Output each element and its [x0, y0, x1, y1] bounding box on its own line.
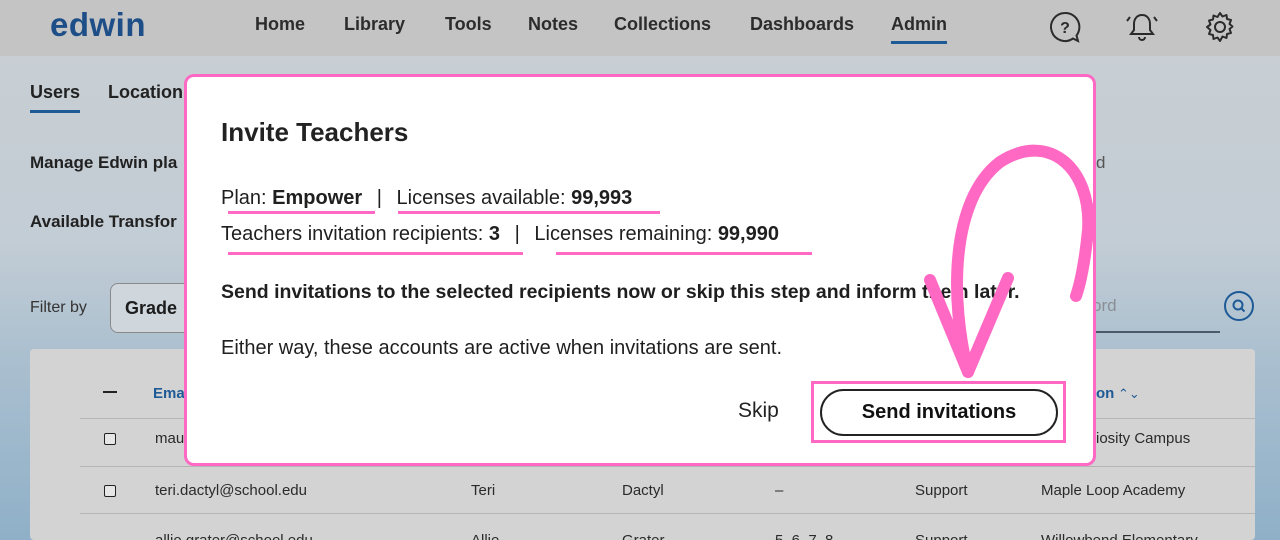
recipients-label: Teachers invitation recipients: [221, 223, 489, 245]
select-all-checkbox[interactable] [103, 391, 117, 393]
licenses-remaining-label: Licenses remaining: [534, 223, 718, 245]
filter-label: Filter by [30, 299, 87, 316]
sort-icon[interactable]: ⌃⌄ [1118, 386, 1140, 402]
plan-label: Plan: [221, 187, 273, 209]
recipients-line: Teachers invitation recipients: 3 | Lice… [221, 223, 779, 246]
plan-value: Empower [272, 187, 363, 209]
nav-notes[interactable]: Notes [528, 14, 578, 35]
separator: | [376, 187, 382, 209]
search-icon[interactable] [1224, 291, 1254, 321]
tab-users[interactable]: Users [30, 82, 81, 113]
row-1-email: mau [155, 430, 185, 447]
highlight-underline [228, 252, 523, 255]
gear-icon[interactable] [1202, 9, 1238, 45]
dialog-title: Invite Teachers [221, 117, 409, 147]
nav-library[interactable]: Library [344, 14, 405, 35]
top-nav: edwin Home Library Tools Notes Collectio… [0, 0, 1280, 56]
row-3-grades: 5, 6, 7, 8 [775, 532, 833, 540]
row-divider [80, 466, 1255, 467]
recipients-value: 3 [488, 223, 501, 245]
row-2-first-name: Teri [471, 482, 496, 499]
nav-collections[interactable]: Collections [614, 14, 711, 35]
column-header-location[interactable]: on [1096, 385, 1114, 402]
send-invitations-button[interactable]: Send invitations [820, 389, 1058, 436]
search-underline [1092, 331, 1220, 333]
highlight-underline [228, 211, 375, 214]
row-1-location: iosity Campus [1096, 430, 1191, 447]
skip-button[interactable]: Skip [738, 399, 779, 423]
plan-line: Plan: Empower | Licenses available: 99,9… [221, 187, 632, 210]
row-3-email: allie.grater@school.edu [155, 532, 313, 540]
row-2-location: Maple Loop Academy [1041, 482, 1186, 499]
row-3-first-name: Allie [471, 532, 499, 540]
row-checkbox[interactable] [104, 485, 116, 497]
highlight-underline [398, 211, 660, 214]
nav-admin[interactable]: Admin [891, 14, 947, 44]
row-divider [80, 513, 1255, 514]
help-icon[interactable]: ? [1047, 9, 1083, 45]
separator: | [514, 223, 520, 245]
licenses-remaining-value: 99,990 [717, 223, 779, 245]
bell-icon[interactable] [1124, 9, 1160, 45]
tab-locations[interactable]: Location [108, 82, 183, 103]
available-transformations-text: Available Transfor [30, 212, 177, 231]
row-checkbox[interactable] [104, 433, 116, 445]
nav-home[interactable]: Home [255, 14, 305, 35]
nav-tools[interactable]: Tools [445, 14, 492, 35]
row-2-last-name: Dactyl [622, 482, 664, 499]
edwin-logo[interactable]: edwin [50, 6, 146, 44]
row-3-last-name: Grater [622, 532, 665, 540]
row-3-role: Support [915, 532, 968, 540]
svg-text:?: ? [1060, 20, 1070, 37]
background-fragment: d [1096, 153, 1106, 172]
row-2-email: teri.dactyl@school.edu [155, 482, 307, 499]
row-3-location: Willowbend Elementary [1041, 532, 1198, 540]
nav-dashboards[interactable]: Dashboards [750, 14, 854, 35]
manage-plan-text: Manage Edwin pla [30, 153, 178, 172]
highlight-underline [556, 252, 812, 255]
dialog-note: Either way, these accounts are active wh… [221, 337, 783, 359]
licenses-available-value: 99,993 [571, 187, 633, 209]
column-header-email[interactable]: Ema [153, 385, 185, 402]
dialog-instruction: Send invitations to the selected recipie… [221, 281, 1020, 303]
licenses-available-label: Licenses available: [396, 187, 572, 209]
row-2-role: Support [915, 482, 968, 499]
row-2-grades: – [775, 482, 784, 499]
